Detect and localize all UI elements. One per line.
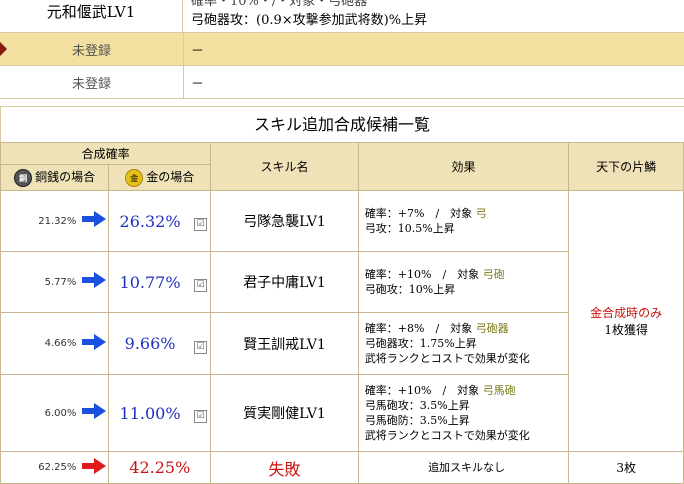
copper-header: 銅銅銭の場合	[0, 164, 110, 191]
arrow-right-icon	[80, 190, 110, 252]
tenka-header: 天下の片鱗	[568, 142, 684, 191]
checkbox[interactable]: ☑	[190, 312, 212, 375]
unregistered-row-2[interactable]: 未登録 －	[0, 66, 684, 99]
copper-rate: 21.32%	[0, 190, 81, 252]
current-skill-desc: 確率・10%・/・対象・弓砲器 弓砲器攻：(0.9×攻撃参加武将数)%上昇	[183, 0, 684, 33]
fail-tenka: 3枚	[568, 451, 684, 484]
checkbox[interactable]: ☑	[190, 251, 212, 313]
arrow-right-red-icon	[80, 451, 110, 484]
check-icon: ☑	[194, 279, 207, 292]
copper-rate: 6.00%	[0, 374, 81, 452]
gold-rate: 11.00%	[108, 374, 191, 452]
skill-effect: 確率：+7% / 対象 弓 弓攻：10.5%上昇	[357, 190, 570, 252]
skill-effect: 確率：+10% / 対象 弓馬砲 弓馬砲攻：3.5%上昇 弓馬砲防：3.5%上昇…	[357, 374, 570, 452]
skill-desc-cut-line: 確率・10%・/・対象・弓砲器	[191, 0, 368, 9]
rate-header: 合成確率	[0, 142, 212, 165]
slot-value: －	[191, 76, 205, 92]
arrow-right-icon	[80, 251, 110, 313]
check-icon: ☑	[194, 410, 207, 423]
checkbox[interactable]: ☑	[190, 374, 212, 452]
fail-row: 62.25% 42.25% 失敗 追加スキルなし 3枚	[0, 451, 684, 484]
section-title: スキル追加合成候補一覧	[253, 115, 430, 134]
gold-coin-icon: 金	[125, 168, 144, 187]
check-icon: ☑	[194, 340, 207, 354]
skill-desc-line: 弓砲器攻：(0.9×攻撃参加武将数)%上昇	[191, 13, 428, 28]
check-icon: ☑	[194, 218, 207, 231]
gold-rate: 26.32%	[108, 190, 191, 252]
copper-rate: 4.66%	[0, 312, 81, 375]
effect-header: 効果	[357, 142, 570, 191]
arrow-right-icon	[80, 374, 110, 452]
unregistered-row-1[interactable]: 未登録 －	[0, 33, 684, 66]
tenka-note: 金合成時のみ 1枚獲得	[568, 190, 684, 452]
arrow-right-icon	[80, 312, 110, 375]
skill-name: 君子中庸LV1	[210, 251, 359, 313]
gold-header: 金金の場合	[108, 164, 212, 191]
gold-rate: 42.25%	[108, 451, 211, 484]
fail-label: 失敗	[210, 451, 359, 484]
skill-name: 弓隊急襲LV1	[210, 190, 359, 252]
skill-name: 賢王訓戒LV1	[210, 312, 359, 375]
skill-effect: 確率：+10% / 対象 弓砲 弓砲攻：10%上昇	[357, 251, 570, 313]
copper-rate: 5.77%	[0, 251, 81, 313]
slot-value: －	[191, 43, 205, 59]
checkbox[interactable]: ☑	[190, 190, 212, 252]
fail-effect: 追加スキルなし	[357, 451, 570, 484]
candidate-table: 合成確率 スキル名 効果 天下の片鱗 銅銅銭の場合 金金の場合 21.32% 2…	[0, 142, 684, 484]
slot-label: 未登録	[0, 33, 184, 65]
skill-effect: 確率：+8% / 対象 弓砲器 弓砲器攻：1.75%上昇 武将ランクとコストで効…	[357, 312, 570, 375]
table-row[interactable]: 21.32% 26.32% ☑ 弓隊急襲LV1 確率：+7% / 対象 弓 弓攻…	[0, 190, 684, 452]
current-skill-name: 元和偃武LV1	[0, 0, 183, 33]
skill-name: 質実剛健LV1	[210, 374, 359, 452]
slot-label: 未登録	[0, 66, 184, 98]
gold-rate: 10.77%	[108, 251, 191, 313]
copper-rate: 62.25%	[0, 451, 81, 484]
gold-rate: 9.66%	[108, 312, 191, 375]
copper-coin-icon: 銅	[14, 168, 33, 187]
skill-header: スキル名	[210, 142, 359, 191]
